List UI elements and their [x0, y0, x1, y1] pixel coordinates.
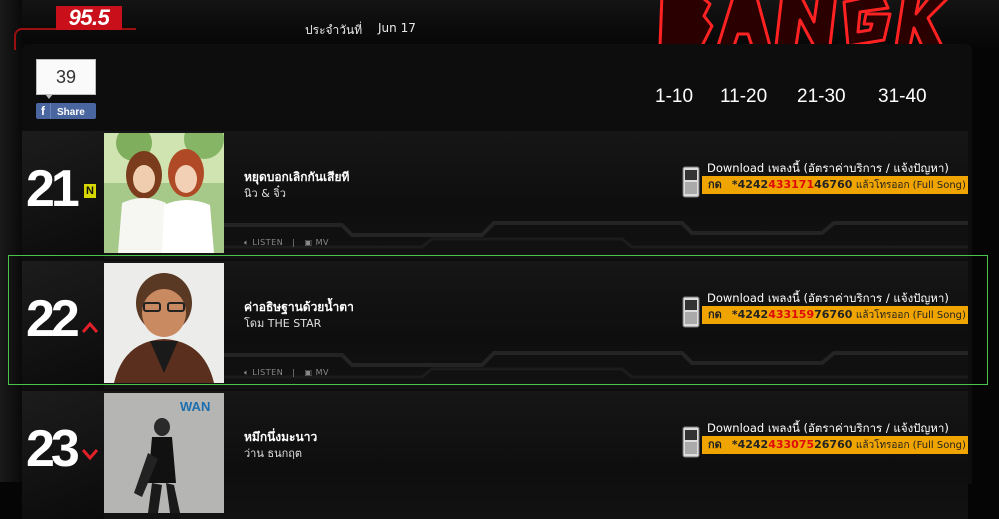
chart-row: 21 N หยุดบอกเลิกกันเสียที นิว & จิ๋ว 🔈︎ … [22, 131, 968, 259]
share-label: Share [57, 107, 85, 118]
rank-number: 21 [26, 160, 80, 218]
rank-number: 23 [26, 420, 80, 478]
date-value: Jun 17 [378, 21, 416, 35]
dial-suffix: 46760 [814, 178, 853, 191]
range-link-31-40[interactable]: 31-40 [878, 86, 927, 108]
speaker-icon: 🔈︎ [244, 238, 250, 247]
dial-instruction: แล้วโทรออก (Full Song) [855, 440, 966, 451]
song-artist: นิว & จิ๋ว [244, 187, 286, 200]
dial-code-bar: กด *424243317146760 แล้วโทรออก (Full Song… [702, 176, 968, 194]
phone-icon [682, 426, 700, 458]
new-badge: N [84, 184, 96, 198]
dial-prefix: *4242 [731, 438, 769, 451]
rank-box: 23 [22, 391, 104, 519]
chart-row: 23 WAN หมึกนึ่งมะนาว ว่าน ธนกฤต Download… [22, 391, 968, 519]
tv-icon: ▣ [304, 238, 313, 247]
range-link-11-20[interactable]: 11-20 [720, 86, 767, 108]
listen-bar: 🔈︎ LISTEN | ▣ MV [244, 238, 329, 248]
rank-box: 21 N [22, 131, 104, 259]
left-frame [0, 0, 22, 482]
dial-suffix: 26760 [814, 438, 853, 451]
album-cover[interactable]: WAN [104, 393, 224, 513]
dial-code-bar: กด *424243307526760 แล้วโทรออก (Full Song… [702, 436, 968, 454]
circuit-decoration [222, 221, 968, 249]
phone-icon [682, 166, 700, 198]
dial-song-id: 433075 [768, 438, 815, 451]
dial-label: กด [708, 438, 722, 451]
divider: | [292, 238, 296, 247]
station-logo[interactable]: 95.5 [56, 6, 122, 30]
dial-song-id: 433171 [768, 178, 815, 191]
facebook-icon: f [36, 103, 51, 119]
row-highlight [8, 255, 988, 385]
date-label: ประจำวันที่ [305, 23, 363, 37]
album-cover[interactable] [104, 133, 224, 253]
like-count: 39 [36, 59, 96, 95]
like-count-pointer [45, 94, 53, 99]
listen-button[interactable]: LISTEN [252, 238, 283, 247]
mv-button[interactable]: MV [316, 238, 329, 247]
dial-prefix: *4242 [731, 178, 769, 191]
dial-instruction: แล้วโทรออก (Full Song) [855, 180, 966, 191]
facebook-share-button[interactable]: f Share [36, 103, 96, 119]
cover-text: WAN [180, 399, 210, 414]
range-link-21-30[interactable]: 21-30 [797, 86, 846, 108]
song-artist: ว่าน ธนกฤต [244, 447, 303, 460]
range-link-1-10[interactable]: 1-10 [655, 86, 693, 108]
dial-label: กด [708, 178, 722, 191]
arrow-down-icon [82, 449, 98, 461]
